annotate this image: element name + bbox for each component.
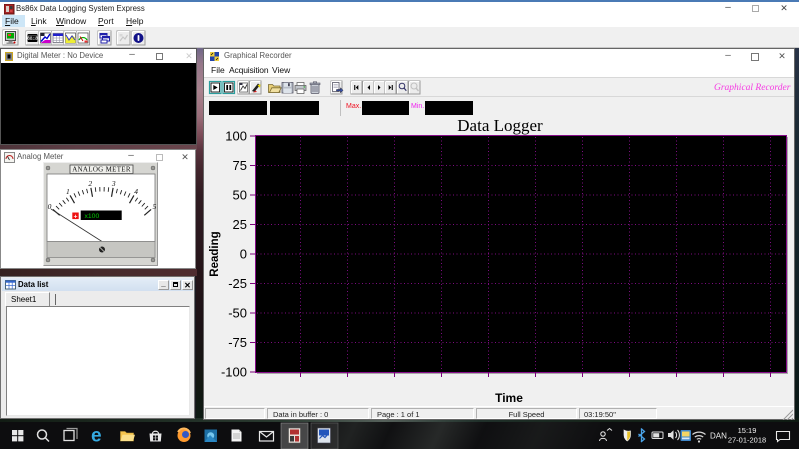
svg-text:50: 50 bbox=[233, 188, 247, 203]
svg-text:-75: -75 bbox=[228, 335, 247, 350]
svg-text:4: 4 bbox=[134, 187, 138, 196]
svg-text:0: 0 bbox=[240, 247, 247, 262]
svg-text:3: 3 bbox=[111, 179, 116, 188]
svg-text:15:19: 15:19 bbox=[738, 426, 757, 435]
svg-text:0: 0 bbox=[48, 202, 52, 211]
svg-text:100: 100 bbox=[225, 129, 247, 144]
svg-text:2: 2 bbox=[88, 179, 92, 188]
svg-text:75: 75 bbox=[233, 158, 247, 173]
svg-text:DAN: DAN bbox=[710, 432, 727, 441]
svg-text:Time: Time bbox=[495, 391, 523, 405]
svg-text:88:8: 88:8 bbox=[27, 35, 38, 41]
svg-text:25: 25 bbox=[233, 217, 247, 232]
svg-text:+: + bbox=[74, 214, 78, 221]
svg-text:27-01-2018: 27-01-2018 bbox=[728, 436, 766, 445]
svg-text:-25: -25 bbox=[228, 276, 247, 291]
svg-text:ANALOG METER: ANALOG METER bbox=[72, 166, 131, 174]
svg-text:Reading: Reading bbox=[209, 231, 221, 276]
svg-text:e: e bbox=[91, 426, 102, 447]
svg-text:1: 1 bbox=[66, 187, 70, 196]
svg-text:5: 5 bbox=[153, 202, 157, 211]
svg-text:-50: -50 bbox=[228, 306, 247, 321]
svg-text:-100: -100 bbox=[221, 365, 247, 380]
svg-text:x100: x100 bbox=[85, 213, 100, 220]
